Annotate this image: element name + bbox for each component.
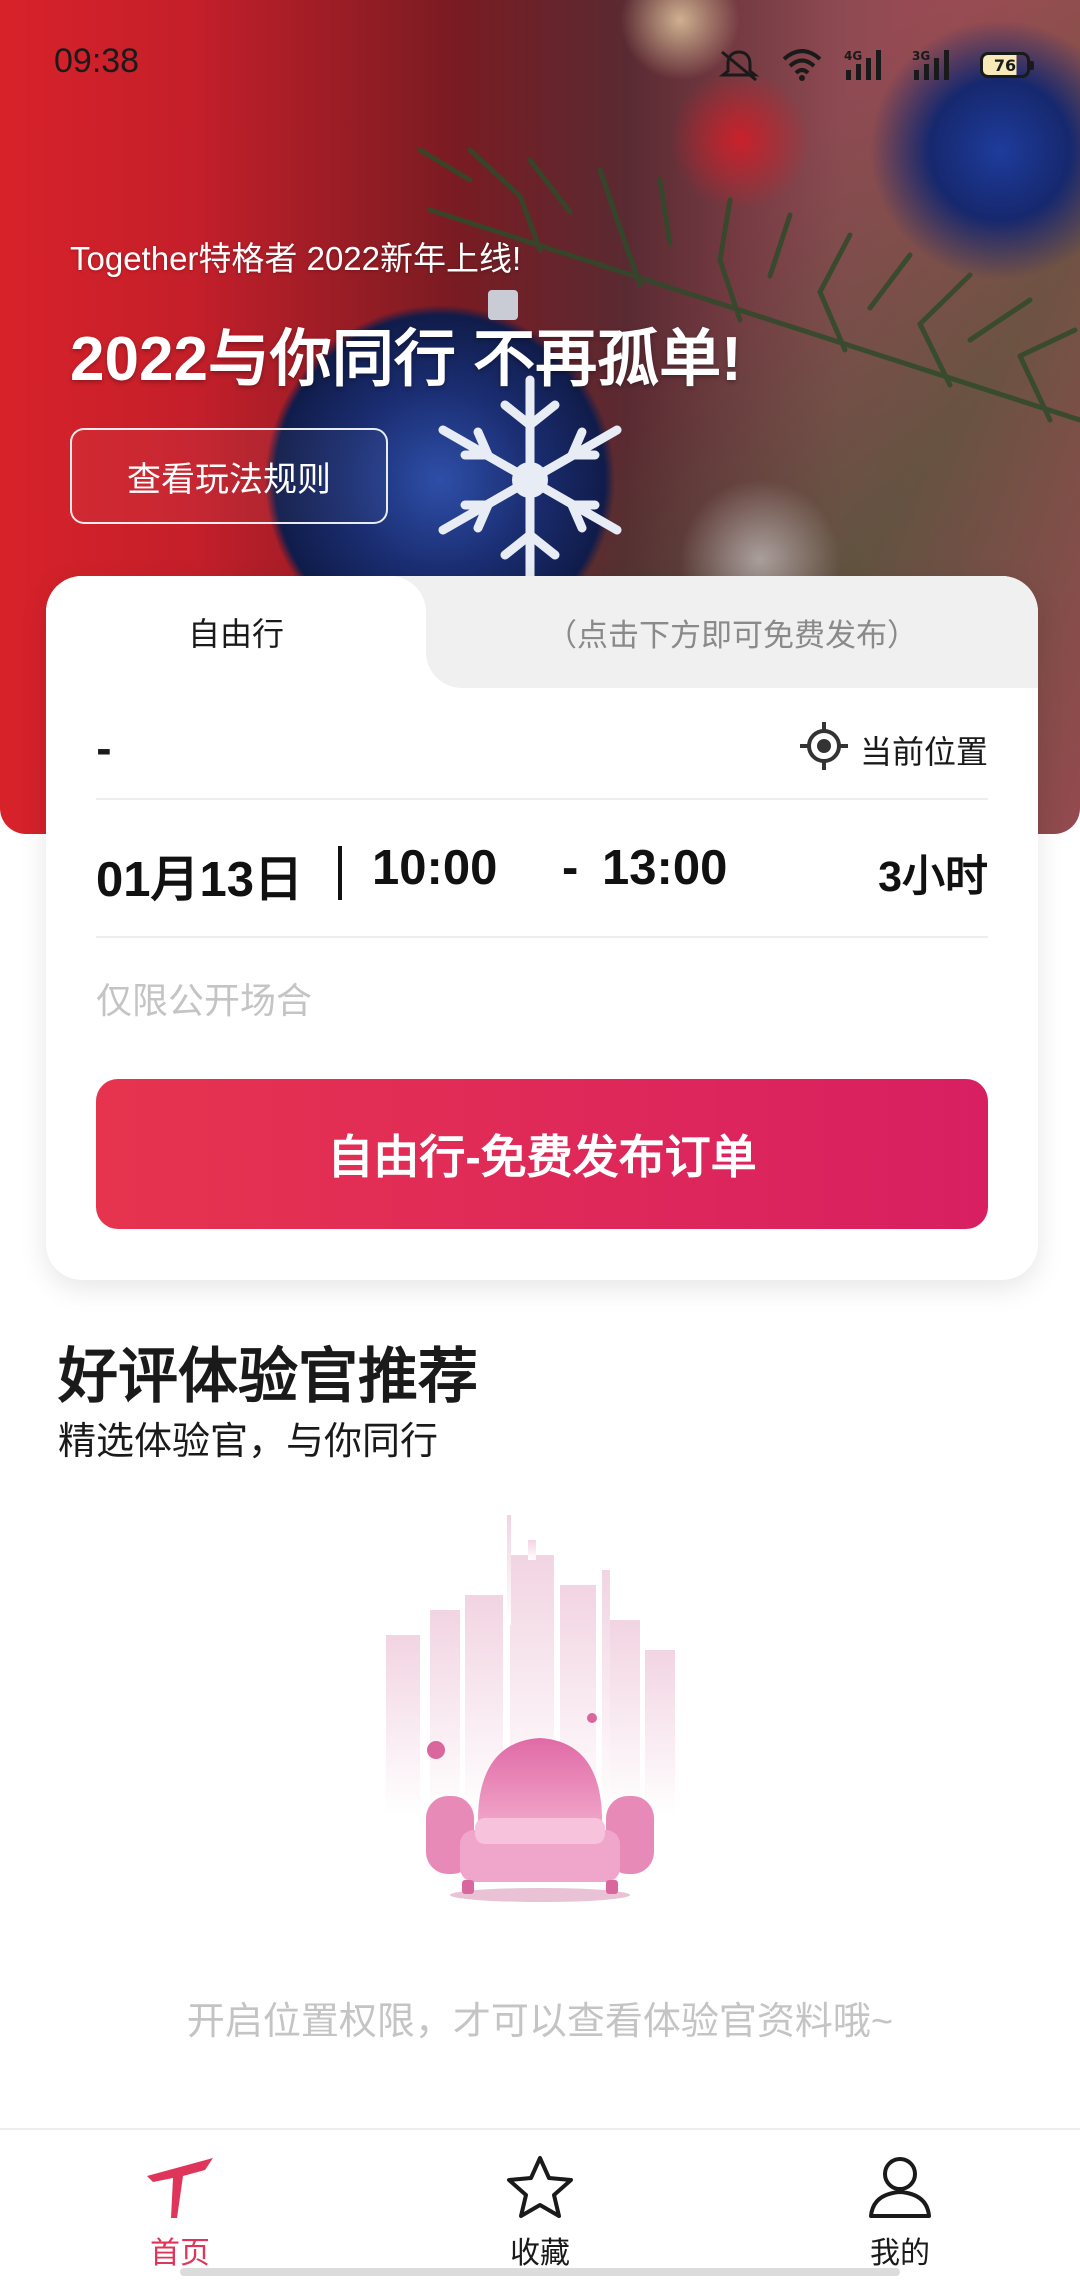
location-permission-hint: 开启位置权限，才可以查看体验官资料哦~ [186,2001,894,2043]
hero-title: 2022与你同行 不再孤单! [70,325,742,394]
star-icon [505,2150,575,2224]
recommend-subtitle: 精选体验官，与你同行 [58,1421,439,1463]
tab-bar: （点击下方即可免费发布） 自由行 [46,576,1038,688]
tab-free-travel[interactable]: 自由行 [46,576,426,688]
current-location-button[interactable]: 当前位置 [798,720,988,780]
signal-3g-icon: 3G [912,48,958,82]
signal-4g-icon: 4G [844,48,890,82]
start-time-value[interactable]: 10:00 [372,840,497,896]
home-indicator-bar[interactable] [180,2268,900,2276]
note-row: 仅限公开场合 [96,972,988,1022]
locate-target-icon [798,720,850,780]
home-logo-icon [143,2150,217,2224]
status-bar: 09:38 4G 3G 76 [0,0,1080,130]
svg-text:3G: 3G [912,49,930,63]
svg-text:4G: 4G [844,49,862,63]
hero-subtitle: Together特格者 2022新年上线! [70,240,522,277]
tab-active-background: 自由行 [46,576,426,688]
mute-icon [718,48,760,82]
public-place-note: 仅限公开场合 [96,980,313,1021]
bottom-navigation: 首页 收藏 我的 [0,2128,1080,2280]
view-rules-button[interactable]: 查看玩法规则 [70,428,388,524]
location-row[interactable]: - 当前位置 [96,688,988,800]
battery-icon: 76 [980,52,1034,78]
duration-value: 3小时 [878,853,988,901]
nav-label-me: 我的 [870,2237,930,2270]
user-icon [865,2150,935,2224]
nav-item-home[interactable]: 首页 [0,2130,360,2280]
nav-label-favorites: 收藏 [510,2237,570,2270]
publish-order-button[interactable]: 自由行-免费发布订单 [96,1079,988,1229]
order-card: （点击下方即可免费发布） 自由行 - 当前位置 01月13日 10:00 - 1… [46,576,1038,1280]
tab-free-publish-hint[interactable]: （点击下方即可免费发布） [426,576,1038,688]
wifi-icon [782,49,822,81]
end-time-value[interactable]: 13:00 [602,840,727,896]
time-range-separator: - [562,841,579,895]
status-time: 09:38 [54,42,140,80]
date-time-divider [338,846,342,900]
nav-item-favorites[interactable]: 收藏 [360,2130,720,2280]
nav-item-me[interactable]: 我的 [720,2130,1080,2280]
location-value: - [96,728,112,772]
empty-armchair-city-illustration [386,1515,675,1902]
nav-label-home: 首页 [150,2237,210,2270]
recommend-title: 好评体验官推荐 [58,1343,478,1410]
status-icons: 4G 3G 76 [718,48,1034,82]
time-row[interactable]: 01月13日 10:00 - 13:00 3小时 [96,802,988,938]
date-value[interactable]: 01月13日 [96,840,303,911]
current-location-label: 当前位置 [859,734,988,770]
